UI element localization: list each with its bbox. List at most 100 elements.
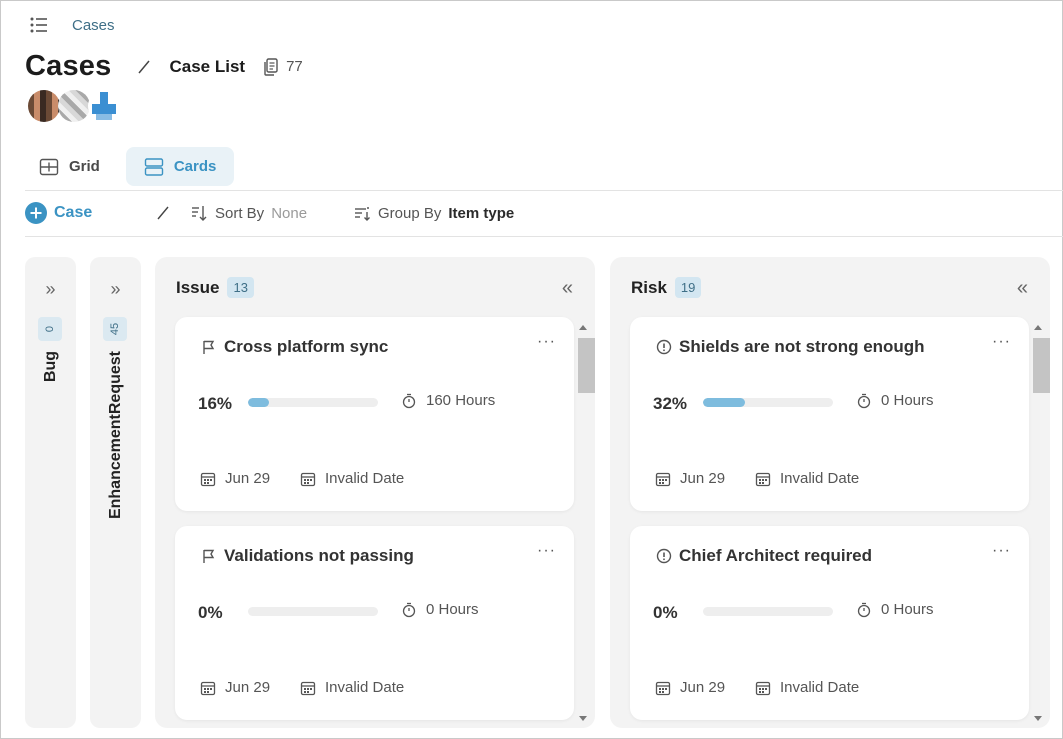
column-label: Bug xyxy=(42,351,59,383)
card-title-row: Cross platform sync xyxy=(201,337,388,357)
case-card[interactable]: Chief Architect required ··· 0% 0 Hours … xyxy=(630,526,1029,720)
tab-cards[interactable]: Cards xyxy=(125,147,235,186)
progress-fill xyxy=(248,398,269,407)
card-hours-value: 0 Hours xyxy=(881,601,934,618)
column-header: Risk 19 xyxy=(631,277,702,298)
tab-grid-label: Grid xyxy=(69,158,100,175)
card-end-date: Invalid Date xyxy=(300,470,404,487)
card-more-options-button[interactable]: ··· xyxy=(992,333,1011,351)
stopwatch-icon xyxy=(857,602,871,617)
column-count-badge: 19 xyxy=(674,277,702,298)
collapsed-column-bug: » 0 Bug xyxy=(25,257,76,728)
card-more-options-button[interactable]: ··· xyxy=(992,542,1011,560)
calendar-icon xyxy=(300,681,316,695)
column-title: Risk xyxy=(631,277,667,297)
card-start-date: Jun 29 xyxy=(655,679,725,696)
scroll-down-arrow-icon[interactable] xyxy=(1034,716,1042,721)
collapsed-column-enhancement-request: » 45 EnhancementRequest xyxy=(90,257,141,728)
column-count-badge: 0 xyxy=(38,317,62,341)
avatar-group[interactable] xyxy=(28,90,120,122)
card-progress-percent: 0% xyxy=(653,603,678,622)
cards-icon xyxy=(144,157,164,176)
tab-cards-label: Cards xyxy=(173,158,217,175)
case-card[interactable]: Shields are not strong enough ··· 32% 0 … xyxy=(630,317,1029,511)
scroll-up-arrow-icon[interactable] xyxy=(1034,325,1042,330)
group-by-value: Item type xyxy=(448,204,515,222)
card-start-date-value: Jun 29 xyxy=(680,470,726,487)
add-case-button[interactable]: Case xyxy=(25,202,92,224)
column-count-badge: 13 xyxy=(227,277,254,298)
sort-by-value: None xyxy=(271,204,308,222)
list-menu-icon[interactable] xyxy=(28,14,50,36)
stopwatch-icon xyxy=(857,393,871,408)
card-end-date-value: Invalid Date xyxy=(325,470,405,487)
card-progress-bar xyxy=(703,607,833,616)
card-progress-percent: 32% xyxy=(653,394,688,413)
column-scrollbar[interactable] xyxy=(1032,323,1050,723)
scroll-up-arrow-icon[interactable] xyxy=(579,325,587,330)
page-title: Cases xyxy=(25,50,112,82)
calendar-icon xyxy=(200,681,216,695)
collapse-column-icon[interactable]: « xyxy=(562,277,573,300)
scrollbar-thumb[interactable] xyxy=(1033,338,1050,393)
group-by-label: Group By xyxy=(378,204,442,222)
card-progress-bar xyxy=(703,398,833,407)
case-count: 77 xyxy=(286,58,303,75)
alert-icon xyxy=(656,339,672,355)
document-count-icon xyxy=(264,57,278,76)
card-title: Shields are not strong enough xyxy=(679,337,925,356)
calendar-icon xyxy=(755,681,771,695)
breadcrumb-cases-link[interactable]: Cases xyxy=(72,17,115,34)
group-by-button[interactable]: Group By Item type xyxy=(353,204,514,222)
column-scrollbar[interactable] xyxy=(577,323,595,723)
card-title: Chief Architect required xyxy=(679,546,873,565)
view-tabs: Grid Cards xyxy=(25,147,235,186)
expand-column-icon[interactable]: » xyxy=(25,279,76,300)
plus-circle-icon xyxy=(25,202,47,224)
sort-icon xyxy=(192,206,207,221)
card-end-date-value: Invalid Date xyxy=(780,470,860,487)
calendar-icon xyxy=(300,472,316,486)
slash-separator-icon xyxy=(157,206,169,220)
grid-icon xyxy=(39,158,59,175)
progress-fill xyxy=(703,398,745,407)
top-breadcrumb: Cases xyxy=(28,14,115,36)
card-more-options-button[interactable]: ··· xyxy=(537,542,556,560)
view-name[interactable]: Case List xyxy=(169,57,245,77)
card-hours-value: 160 Hours xyxy=(426,392,496,409)
sort-by-button[interactable]: Sort By None xyxy=(190,204,307,222)
card-title: Cross platform sync xyxy=(224,337,389,356)
card-start-date-value: Jun 29 xyxy=(680,679,726,696)
toolbar: Case Sort By None Group By Item type xyxy=(25,201,1025,227)
case-card[interactable]: Cross platform sync ··· 16% 160 Hours Ju… xyxy=(175,317,574,511)
avatar[interactable] xyxy=(58,90,90,122)
card-progress-bar xyxy=(248,398,378,407)
calendar-icon xyxy=(655,681,671,695)
calendar-icon xyxy=(655,472,671,486)
card-hours: 160 Hours xyxy=(401,392,495,409)
card-end-date: Invalid Date xyxy=(300,679,404,696)
tab-grid[interactable]: Grid xyxy=(25,147,114,186)
title-row: Cases Case List 77 xyxy=(25,50,303,83)
card-more-options-button[interactable]: ··· xyxy=(537,333,556,351)
card-progress-percent: 16% xyxy=(198,394,233,413)
flag-icon xyxy=(203,340,215,354)
divider xyxy=(25,236,1063,237)
stopwatch-icon xyxy=(402,602,416,617)
card-start-date: Jun 29 xyxy=(200,679,270,696)
card-start-date-value: Jun 29 xyxy=(225,470,271,487)
group-icon xyxy=(355,207,370,221)
avatar[interactable] xyxy=(88,90,120,122)
add-case-label: Case xyxy=(54,204,93,221)
scrollbar-thumb[interactable] xyxy=(578,338,595,393)
column-issue: Issue 13 « Cross platform sync ··· 16% 1… xyxy=(155,257,595,728)
scroll-down-arrow-icon[interactable] xyxy=(579,716,587,721)
flag-icon xyxy=(203,549,215,563)
alert-icon xyxy=(656,548,672,564)
case-card[interactable]: Validations not passing ··· 0% 0 Hours J… xyxy=(175,526,574,720)
expand-column-icon[interactable]: » xyxy=(90,279,141,300)
avatar[interactable] xyxy=(28,90,60,122)
column-header: Issue 13 xyxy=(176,277,254,298)
card-end-date: Invalid Date xyxy=(755,679,859,696)
collapse-column-icon[interactable]: « xyxy=(1017,277,1028,300)
